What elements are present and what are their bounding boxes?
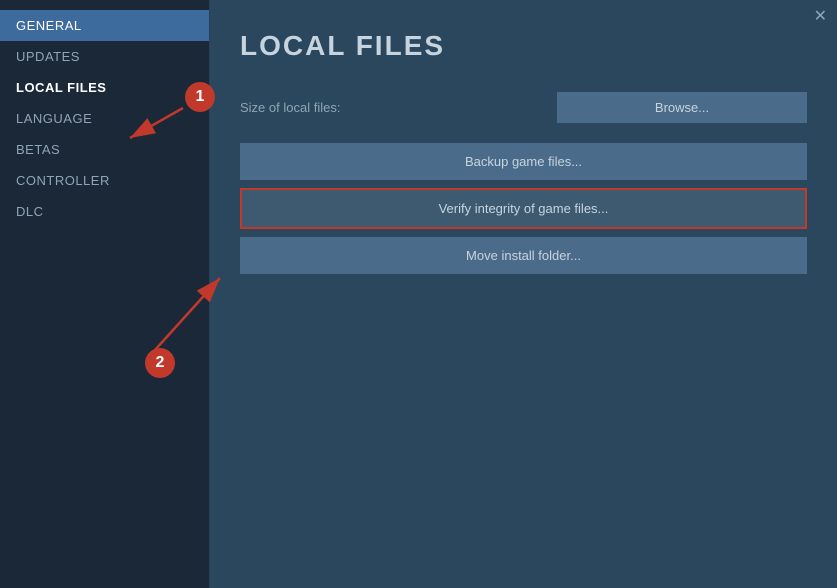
sidebar-item-updates[interactable]: UPDATES	[0, 41, 209, 72]
move-button[interactable]: Move install folder...	[240, 237, 807, 274]
sidebar-item-language[interactable]: LANGUAGE	[0, 103, 209, 134]
browse-button[interactable]: Browse...	[557, 92, 807, 123]
main-content: GENERAL UPDATES LOCAL FILES LANGUAGE BET…	[0, 0, 837, 588]
annotation-1: 1	[185, 82, 215, 112]
sidebar: GENERAL UPDATES LOCAL FILES LANGUAGE BET…	[0, 0, 210, 588]
page-title: LOCAL FILES	[240, 30, 807, 62]
verify-button[interactable]: Verify integrity of game files...	[240, 188, 807, 229]
sidebar-item-controller[interactable]: CONTROLLER	[0, 165, 209, 196]
file-size-label: Size of local files:	[240, 100, 340, 115]
file-size-row: Size of local files: Browse...	[240, 92, 807, 123]
main-panel: LOCAL FILES Size of local files: Browse.…	[210, 0, 837, 588]
sidebar-item-local-files[interactable]: LOCAL FILES	[0, 72, 209, 103]
sidebar-item-betas[interactable]: BETAS	[0, 134, 209, 165]
app-window: ✕ GENERAL UPDATES LOCAL FILES LANGUAGE B…	[0, 0, 837, 588]
annotation-2: 2	[145, 348, 175, 378]
close-button[interactable]: ✕	[814, 6, 827, 26]
sidebar-item-dlc[interactable]: DLC	[0, 196, 209, 227]
backup-button[interactable]: Backup game files...	[240, 143, 807, 180]
sidebar-item-general[interactable]: GENERAL	[0, 10, 209, 41]
